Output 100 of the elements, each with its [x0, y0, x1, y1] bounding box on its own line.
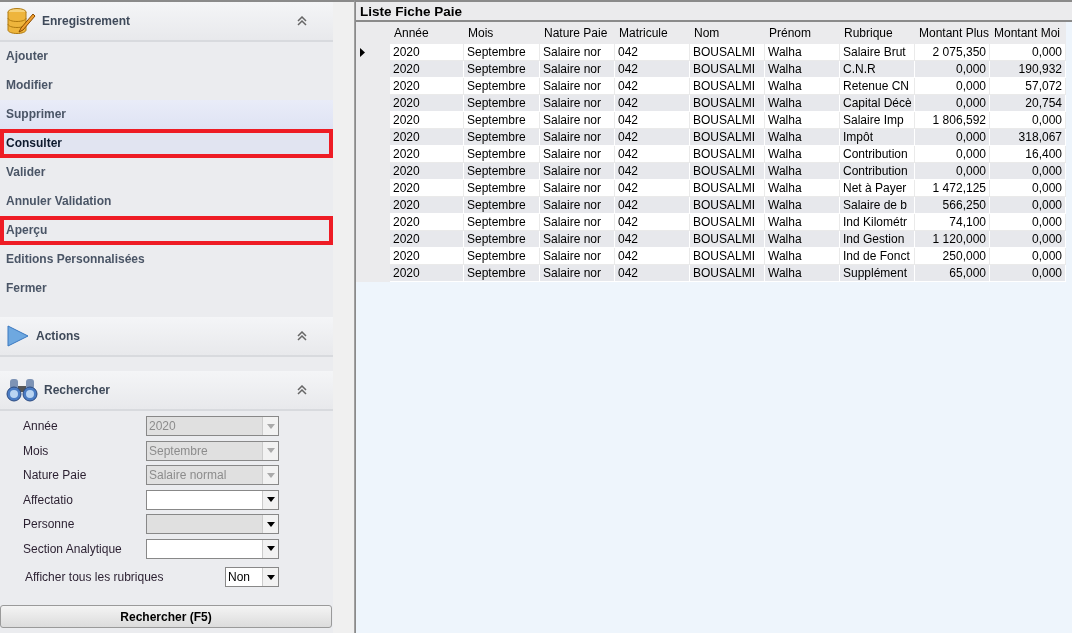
table-cell: 042 — [615, 44, 690, 61]
table-cell: Walha — [765, 248, 840, 265]
column-header[interactable]: Année — [390, 22, 464, 44]
column-header[interactable]: Rubrique — [840, 22, 915, 44]
table-cell: 0,000 — [990, 180, 1066, 197]
table-cell: 042 — [615, 112, 690, 129]
table-cell: Septembre — [464, 44, 540, 61]
table-cell: Walha — [765, 95, 840, 112]
menu-item[interactable]: Aperçu — [0, 216, 333, 245]
table-cell: 566,250 — [915, 197, 990, 214]
table-cell: Walha — [765, 112, 840, 129]
table-cell: 1 806,592 — [915, 112, 990, 129]
current-row-icon — [360, 48, 365, 57]
table-cell: 0,000 — [990, 231, 1066, 248]
table-cell: Walha — [765, 44, 840, 61]
section-header[interactable]: Enregistrement — [0, 2, 333, 42]
section-title: Rechercher — [44, 382, 112, 399]
combo-box[interactable] — [146, 514, 279, 535]
table-cell: BOUSALMI — [690, 197, 765, 214]
table-cell: 0,000 — [990, 163, 1066, 180]
menu-item[interactable]: Modifier — [0, 71, 333, 100]
table-cell: BOUSALMI — [690, 129, 765, 146]
table-cell: 2020 — [390, 44, 464, 61]
table-cell: 042 — [615, 129, 690, 146]
section-header[interactable]: Actions — [0, 317, 333, 357]
table-cell: Walha — [765, 265, 840, 282]
table-cell: Salaire nor — [540, 95, 615, 112]
table-cell: Septembre — [464, 146, 540, 163]
table-cell: Septembre — [464, 180, 540, 197]
table-cell: Walha — [765, 163, 840, 180]
table-cell: Septembre — [464, 163, 540, 180]
combo-box[interactable] — [146, 538, 279, 559]
table-cell: 0,000 — [990, 248, 1066, 265]
column-header[interactable]: Nom — [690, 22, 765, 44]
menu-item[interactable]: Fermer — [0, 274, 333, 303]
table-cell: Contribution — [840, 146, 915, 163]
table-cell: Supplément — [840, 265, 915, 282]
table-cell: 2020 — [390, 95, 464, 112]
column-header[interactable]: Prénom — [765, 22, 840, 44]
table-cell: Ind Gestion — [840, 231, 915, 248]
table-cell: Salaire nor — [540, 146, 615, 163]
play-icon — [6, 325, 30, 347]
table-cell: Salaire nor — [540, 248, 615, 265]
table-cell: C.N.R — [840, 61, 915, 78]
table-cell: BOUSALMI — [690, 163, 765, 180]
menu-item[interactable]: Supprimer — [0, 100, 333, 129]
collapse-icon[interactable] — [297, 16, 307, 26]
table-cell: 57,072 — [990, 78, 1066, 95]
table-cell: BOUSALMI — [690, 44, 765, 61]
table-cell: Retenue CN — [840, 78, 915, 95]
table-cell: Walha — [765, 146, 840, 163]
menu-item[interactable]: Ajouter — [0, 42, 333, 71]
table-cell: 042 — [615, 214, 690, 231]
menu-item[interactable]: Valider — [0, 158, 333, 187]
table-cell: 0,000 — [990, 112, 1066, 129]
table-cell: 16,400 — [990, 146, 1066, 163]
table-cell: 0,000 — [990, 214, 1066, 231]
column-header[interactable]: Nature Paie — [540, 22, 615, 44]
table-cell: 2020 — [390, 248, 464, 265]
table-cell: BOUSALMI — [690, 214, 765, 231]
field-label: Nature Paie — [23, 467, 88, 485]
table-cell: Salaire nor — [540, 265, 615, 282]
table-cell: BOUSALMI — [690, 95, 765, 112]
section-header[interactable]: Rechercher — [0, 371, 333, 411]
table-cell: 0,000 — [915, 163, 990, 180]
table-cell: Walha — [765, 61, 840, 78]
column-header[interactable]: Matricule — [615, 22, 690, 44]
table-cell: Walha — [765, 129, 840, 146]
menu-item[interactable]: Consulter — [0, 129, 333, 158]
table-cell: 0,000 — [915, 78, 990, 95]
table-cell: Walha — [765, 214, 840, 231]
table-cell: Salaire Imp — [840, 112, 915, 129]
column-header[interactable]: Montant Moi — [990, 22, 1066, 44]
table-cell: 042 — [615, 231, 690, 248]
column-header[interactable]: Montant Plus — [915, 22, 990, 44]
combo-box[interactable] — [146, 489, 279, 510]
field-label: Affectatio — [23, 491, 74, 509]
combo-box[interactable]: Non — [225, 567, 279, 588]
table-cell: Walha — [765, 78, 840, 95]
table-cell: BOUSALMI — [690, 248, 765, 265]
column-header[interactable]: Mois — [464, 22, 540, 44]
table-cell: 042 — [615, 61, 690, 78]
collapse-icon[interactable] — [297, 385, 307, 395]
database-pencil-icon — [6, 6, 36, 36]
table-cell: Net à Payer — [840, 180, 915, 197]
table-cell: BOUSALMI — [690, 231, 765, 248]
table-cell: Septembre — [464, 265, 540, 282]
search-button[interactable]: Rechercher (F5) — [0, 605, 332, 628]
table-cell: 042 — [615, 265, 690, 282]
menu-item[interactable]: Editions Personnalisées — [0, 245, 333, 274]
table-cell: Salaire nor — [540, 112, 615, 129]
table-cell: 318,067 — [990, 129, 1066, 146]
table-cell: Salaire nor — [540, 129, 615, 146]
table-cell: 2020 — [390, 197, 464, 214]
collapse-icon[interactable] — [297, 331, 307, 341]
table-cell: 042 — [615, 163, 690, 180]
table-cell: 0,000 — [915, 95, 990, 112]
panel-title: Liste Fiche Paie — [356, 2, 1072, 22]
table-cell: Salaire nor — [540, 163, 615, 180]
menu-item[interactable]: Annuler Validation — [0, 187, 333, 216]
